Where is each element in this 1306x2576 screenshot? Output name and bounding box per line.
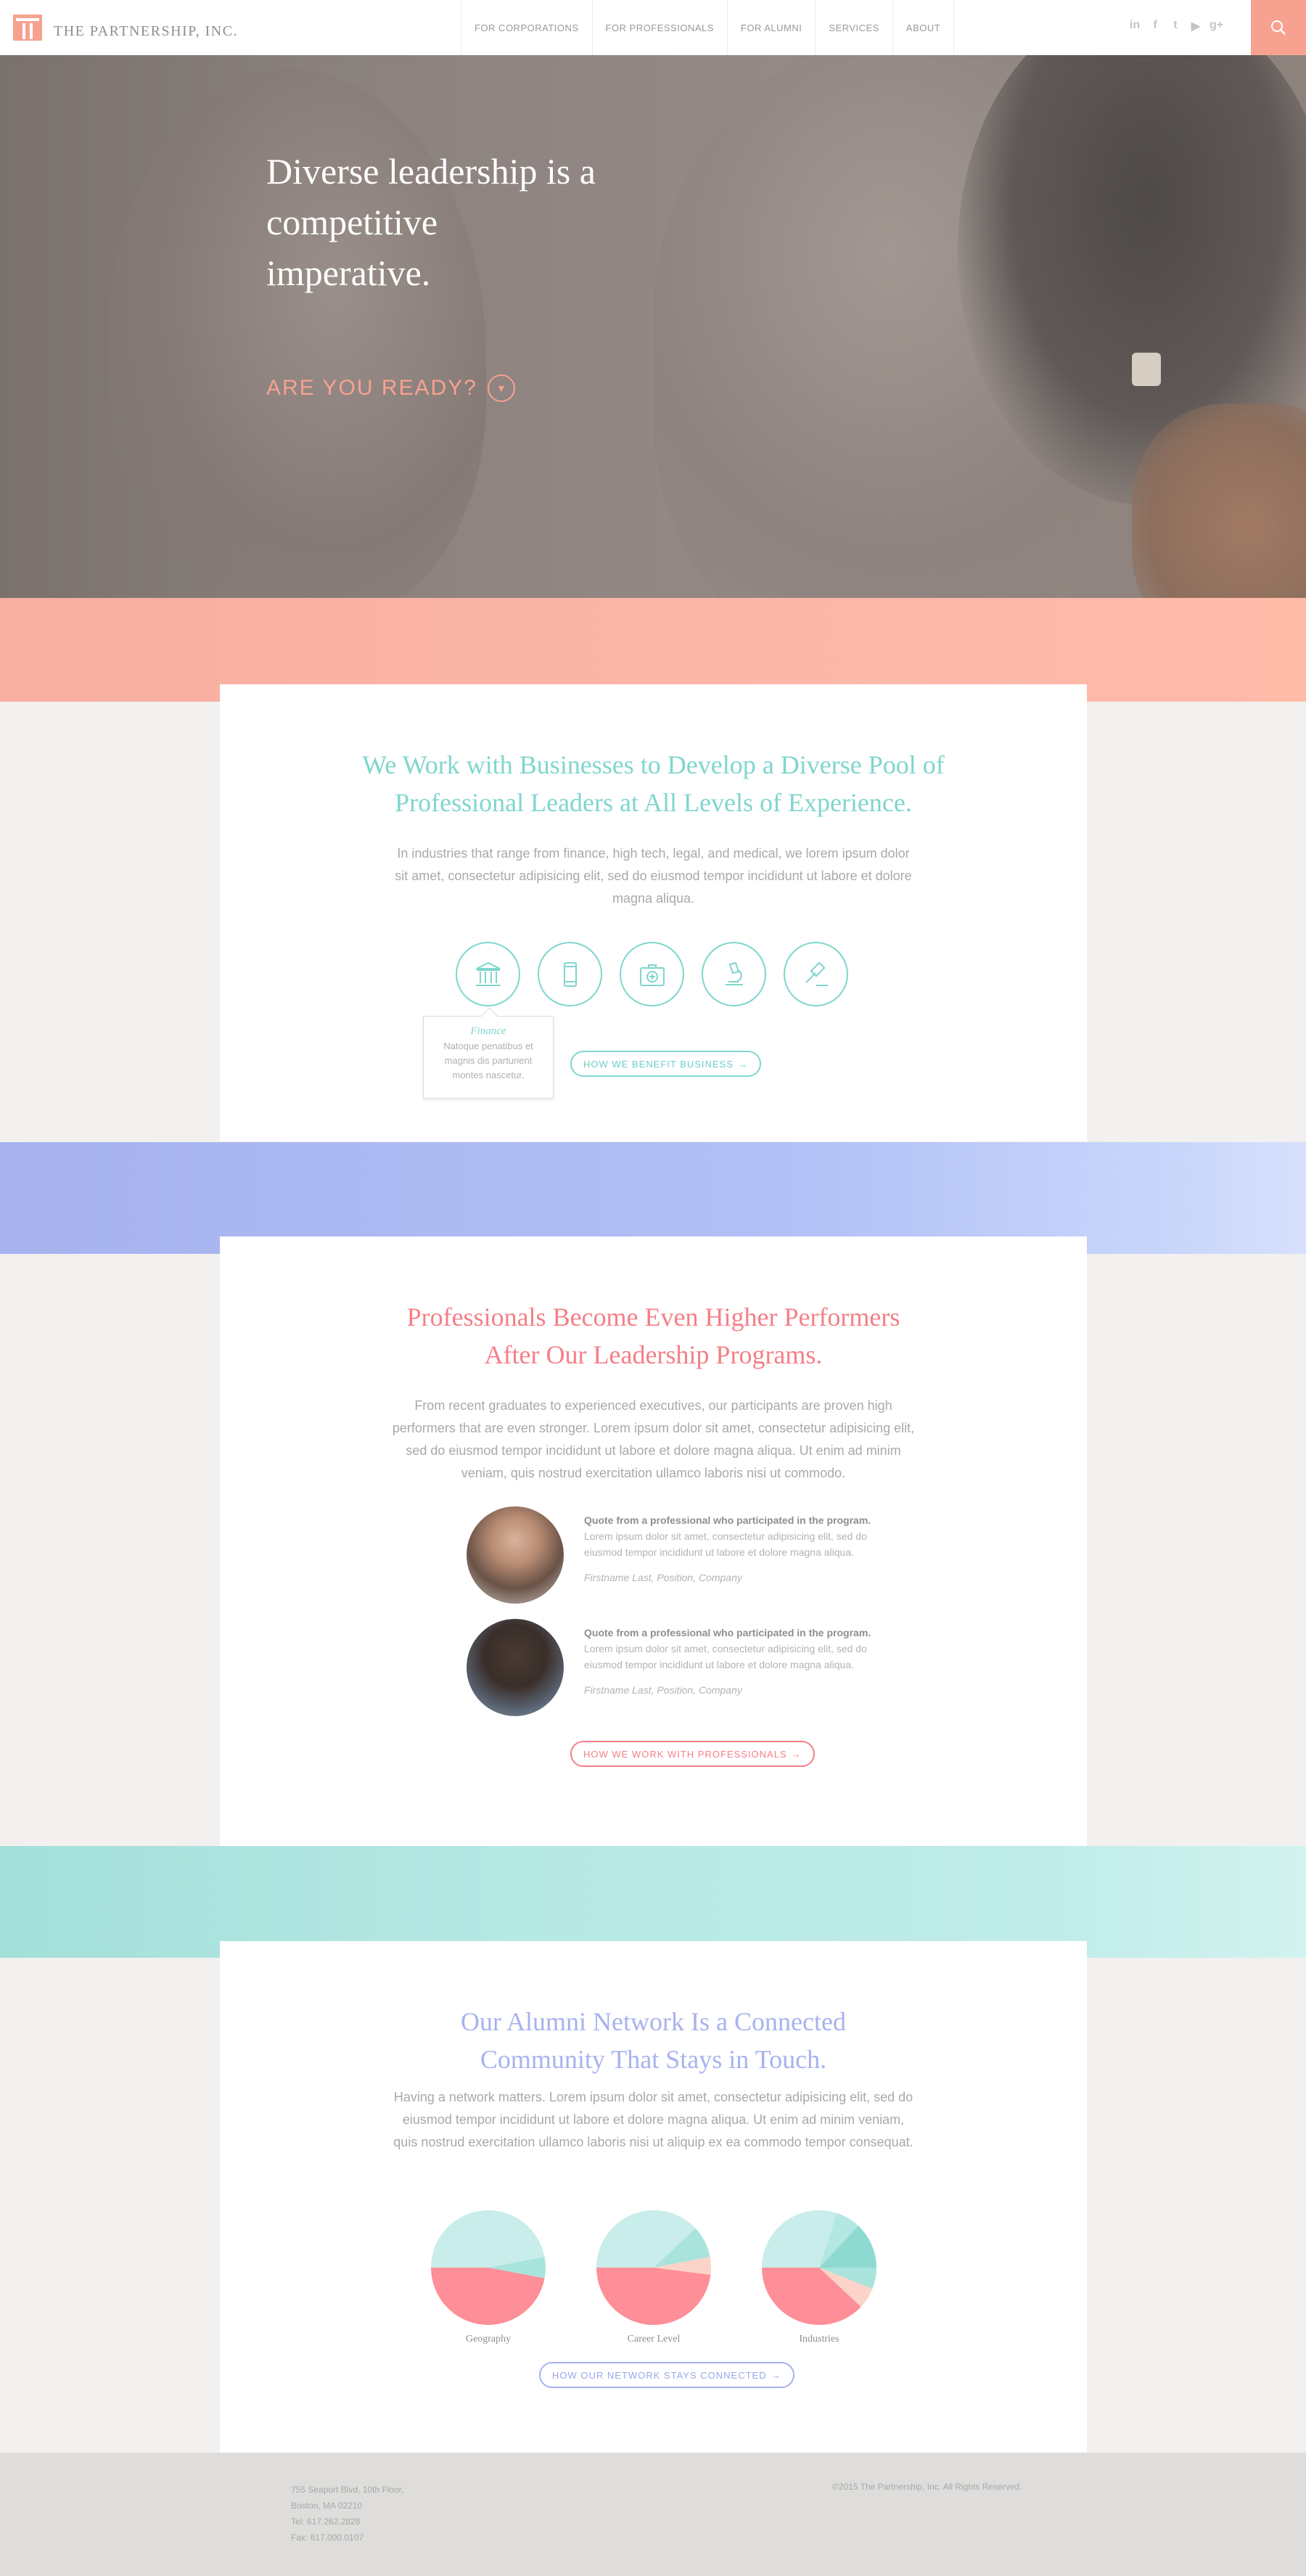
footer-address: 755 Seaport Blvd, 10th Floor, Boston, MA… (291, 2482, 403, 2546)
hero-image-coat (1132, 403, 1306, 598)
testimonial-text: Quote from a professional who participat… (584, 1625, 874, 1696)
how-we-work-with-professionals-label: HOW WE WORK WITH PROFESSIONALS (583, 1748, 787, 1760)
pie-svg (596, 2210, 711, 2325)
medical-kit-icon (639, 964, 665, 986)
tooltip-text: Natoque penatibus et magnis dis parturie… (443, 1041, 533, 1080)
hero-cta-label: ARE YOU READY? (266, 376, 477, 400)
nav-item-for-professionals[interactable]: FOR PROFESSIONALS (591, 0, 727, 55)
nav-item-for-corporations[interactable]: FOR CORPORATIONS (461, 0, 592, 55)
arrow-right-icon: → (737, 1058, 748, 1070)
main-nav: FOR CORPORATIONS FOR PROFESSIONALS FOR A… (461, 0, 955, 55)
medical-industry-button[interactable] (620, 942, 684, 1006)
quote-body: Lorem ipsum dolor sit amet, consectetur … (584, 1530, 867, 1558)
logo-text: THE PARTNERSHIP, INC. (54, 22, 239, 39)
arrow-right-icon: → (771, 2369, 781, 2381)
quote-title: Quote from a professional who participat… (584, 1514, 871, 1526)
hero: Diverse leadership is a competitive impe… (0, 55, 1306, 598)
alumni-title-text: Our Alumni Network Is a Connected Commun… (461, 2007, 846, 2074)
google-plus-icon[interactable]: g+ (1210, 19, 1223, 33)
hero-cta[interactable]: ARE YOU READY? ▼ (266, 374, 515, 402)
industry-icons (456, 942, 848, 1006)
facebook-icon[interactable]: f (1149, 19, 1162, 33)
professionals-section: Professionals Become Even Higher Perform… (220, 1236, 1087, 1846)
pie-chart-career-level: Career Level (596, 2210, 712, 2345)
pie-slice (596, 2268, 711, 2325)
footer-address-line: 755 Seaport Blvd, 10th Floor, (291, 2485, 404, 2495)
testimonial: Quote from a professional who participat… (467, 1506, 873, 1604)
business-title: We Work with Businesses to Develop a Div… (220, 746, 1087, 821)
professionals-body: From recent graduates to experienced exe… (392, 1398, 915, 1480)
mobile-icon (563, 961, 577, 987)
quote-body: Lorem ipsum dolor sit amet, consectetur … (584, 1643, 867, 1670)
legal-industry-button[interactable] (784, 942, 848, 1006)
logo-mark (13, 15, 42, 41)
bank-icon (475, 961, 501, 986)
pie-chart-geography: Geography (430, 2210, 546, 2345)
pie-slice (431, 2268, 545, 2325)
youtube-icon[interactable]: ▶ (1189, 19, 1202, 33)
finance-industry-button[interactable] (456, 942, 520, 1006)
how-we-work-with-professionals-button[interactable]: HOW WE WORK WITH PROFESSIONALS → (570, 1741, 815, 1767)
how-our-network-stays-connected-button[interactable]: HOW OUR NETWORK STAYS CONNECTED → (539, 2362, 794, 2388)
high-tech-industry-button[interactable] (538, 942, 602, 1006)
footer-address-line: Boston, MA 02210 (291, 2501, 363, 2511)
pie-label: Industries (799, 2334, 839, 2345)
linkedin-icon[interactable]: in (1128, 19, 1141, 33)
avatar (467, 1619, 564, 1716)
twitter-icon[interactable]: t (1169, 19, 1182, 33)
pie-label: Career Level (627, 2334, 681, 2345)
tooltip-title: Finance (470, 1025, 506, 1037)
business-section: We Work with Businesses to Develop a Div… (220, 684, 1087, 1141)
professionals-title-text: Professionals Become Even Higher Perform… (406, 1303, 900, 1369)
site-footer: 755 Seaport Blvd, 10th Floor, Boston, MA… (0, 2453, 1306, 2576)
avatar (467, 1506, 564, 1604)
alumni-charts: Geography Career Level Industries (430, 2210, 877, 2345)
nav-item-about[interactable]: ABOUT (892, 0, 955, 55)
site-header: THE PARTNERSHIP, INC. FOR CORPORATIONS F… (0, 0, 1306, 55)
chevron-down-icon: ▼ (487, 374, 515, 402)
nav-item-for-alumni[interactable]: FOR ALUMNI (726, 0, 815, 55)
alumni-title: Our Alumni Network Is a Connected Commun… (220, 2003, 1087, 2078)
pie-slice (431, 2210, 545, 2268)
microscope-icon (725, 961, 743, 985)
testimonial-text: Quote from a professional who participat… (584, 1512, 874, 1583)
science-industry-button[interactable] (702, 942, 766, 1006)
footer-copyright: ©2015 The Partnership, Inc. All Rights R… (832, 2482, 1022, 2492)
gavel-icon (805, 961, 828, 986)
hero-image-earring (1132, 353, 1161, 386)
how-we-benefit-business-label: HOW WE BENEFIT BUSINESS (583, 1058, 734, 1070)
pie-svg (762, 2210, 876, 2325)
quote-title: Quote from a professional who participat… (584, 1627, 871, 1638)
pie-label: Geography (465, 2334, 512, 2345)
business-body: In industries that range from finance, h… (395, 846, 912, 906)
industry-tooltip: Finance Natoque penatibus et magnis dis … (423, 1016, 554, 1099)
social-links: in f t ▶ g+ (1128, 19, 1223, 33)
business-title-text: We Work with Businesses to Develop a Div… (362, 750, 945, 817)
search-icon (1271, 20, 1286, 35)
how-we-benefit-business-button[interactable]: HOW WE BENEFIT BUSINESS → (570, 1051, 761, 1077)
alumni-section: Our Alumni Network Is a Connected Commun… (220, 1941, 1087, 2453)
alumni-body: Having a network matters. Lorem ipsum do… (393, 2090, 913, 2149)
testimonial: Quote from a professional who participat… (467, 1619, 873, 1717)
pie-chart-industries: Industries (761, 2210, 877, 2345)
footer-fax: Fax: 617.000.0107 (291, 2532, 364, 2543)
quote-author: Firstname Last, Position, Company (584, 1684, 742, 1696)
search-button[interactable] (1251, 0, 1306, 55)
how-our-network-stays-connected-label: HOW OUR NETWORK STAYS CONNECTED (552, 2369, 767, 2381)
pie-svg (431, 2210, 546, 2325)
quote-author: Firstname Last, Position, Company (584, 1572, 742, 1583)
arrow-right-icon: → (791, 1748, 802, 1760)
nav-item-services[interactable]: SERVICES (815, 0, 892, 55)
logo[interactable]: THE PARTNERSHIP, INC. (13, 15, 238, 41)
hero-title: Diverse leadership is a competitive impe… (266, 151, 596, 293)
footer-phone: Tel: 617.262.2828 (291, 2516, 361, 2527)
professionals-title: Professionals Become Even Higher Perform… (220, 1298, 1087, 1374)
